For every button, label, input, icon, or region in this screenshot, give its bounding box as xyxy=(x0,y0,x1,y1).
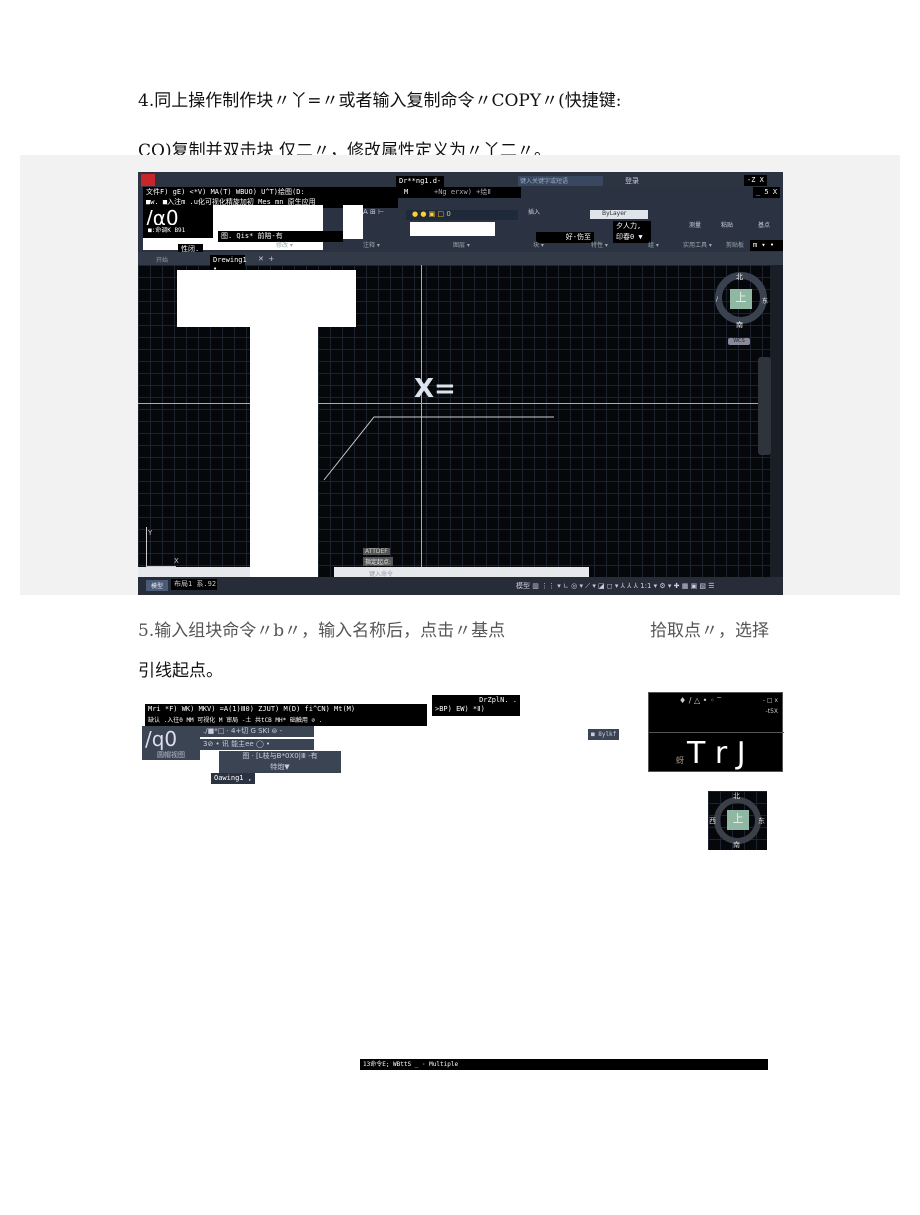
ribbon-row-2[interactable]: 3⊘ • 讯 能主ee ◯ • xyxy=(200,739,314,750)
menu-bar-2[interactable]: Mri *F) WK) MKV) =A(1)Ⅲ0) ZJUT) M(D) fi^… xyxy=(145,704,427,715)
compass-north[interactable]: 北 xyxy=(736,272,743,282)
layer-name: 0 xyxy=(446,210,451,218)
compass-south-2[interactable]: 南 xyxy=(733,840,740,850)
search-input[interactable]: 键入关键字或短语 xyxy=(518,176,603,186)
compass-west-2[interactable]: 西 xyxy=(709,816,716,826)
linetype-dropdown[interactable]: 夕人力, xyxy=(613,221,651,232)
window-controls[interactable]: -Z X xyxy=(744,175,767,186)
measure-button[interactable]: 测量 xyxy=(689,220,701,229)
leader-line[interactable] xyxy=(318,412,558,482)
viewcube-top-2[interactable]: 上 xyxy=(727,810,749,830)
panel-labels: 修改 ▾ 注释 ▾ 图层 ▾ 块 ▾ 特性 ▾ 组 ▾ 实用工具 ▾ 剪贴板 xyxy=(138,240,783,250)
basepoint-button[interactable]: 基点 xyxy=(758,220,770,229)
ucs-x-label: X xyxy=(174,557,179,565)
command-history-2: 指定起点: xyxy=(363,557,394,566)
horizontal-scrollbar[interactable] xyxy=(138,567,250,577)
panel-block[interactable]: 块 ▾ xyxy=(533,240,544,249)
panel-view[interactable]: m ▾ • xyxy=(750,240,783,251)
drawing-tab-2[interactable]: Oawing1 , xyxy=(211,773,255,784)
navigation-bar[interactable] xyxy=(758,357,771,455)
login-button[interactable]: 登录 xyxy=(625,176,639,186)
window-controls-3[interactable]: - □ x xyxy=(763,697,778,704)
insert-button[interactable]: 插入 xyxy=(528,207,540,216)
workspace-logo-2-caption: 圆帽视图 xyxy=(142,750,200,760)
panel-properties[interactable]: 特性 ▾ xyxy=(591,240,608,249)
command-history-1: ATTDEF xyxy=(363,548,390,555)
vertical-scrollbar[interactable] xyxy=(770,265,783,577)
ribbon-row-4[interactable]: 特炮▼ xyxy=(219,762,341,773)
status-tools[interactable]: 模型 ▥ ⋮⋮ ▾ ∟ ◎ ▾ ⟋ ▾ ◪ ◻ ▾ ⅄ ⅄ ⅄ 1:1 ▾ ⚙ … xyxy=(516,581,715,591)
attribute-small-text: 蚜 xyxy=(676,756,684,765)
panel-utilities[interactable]: 实用工具 ▾ xyxy=(683,240,712,249)
ribbon-row-3[interactable]: 图 · [L枝与B*0X0|Ⅲ -有 xyxy=(219,751,341,762)
window-controls-4[interactable]: -t5X xyxy=(766,708,778,715)
paragraph-step4-line1: 4.同上操作制作块〃丫=〃或者输入复制命令〃COPY〃(快捷键: xyxy=(138,91,622,111)
panel-group[interactable]: 组 ▾ xyxy=(648,240,659,249)
ribbon-tabs-2[interactable]: 缺认 .入往0 MM 可视化 M 审局 -土 共tCB MH* 础触用 ⊘ . xyxy=(145,715,427,726)
file-title: Dr**ng1.d- xyxy=(396,176,445,187)
panel-layers[interactable]: 图层 ▾ xyxy=(453,240,470,249)
tab-drawing1[interactable]: Drewing1 • xyxy=(210,255,247,273)
attribute-big-text: T r J xyxy=(687,736,746,771)
layer-dropdown[interactable]: ● ● ▣ □ 0 xyxy=(406,210,518,220)
paragraph-step5-line1a: 5.输入组块命令〃b〃，输入名称后，点击〃基点 xyxy=(138,621,506,641)
compass-north-2[interactable]: 北 xyxy=(733,791,740,801)
annotation-tools[interactable]: A ⊞ ⊢ xyxy=(363,208,384,216)
tab-layout[interactable]: 布局1 系.92 xyxy=(171,579,217,590)
paragraph-step5-line1b: 拾取点〃，选择 xyxy=(650,621,769,641)
autocad-screenshot-1: Dr**ng1.d- 键入关键字或短语 登录 -Z X _ 5 X 文件F) g… xyxy=(138,172,783,595)
tab-close-icon[interactable]: ✕ + xyxy=(258,255,274,263)
block-attribute-text[interactable]: X= xyxy=(414,374,456,404)
color-dropdown[interactable]: ByLayer xyxy=(590,210,648,219)
command-line-2[interactable]: 13命令E; WBttS _ · Multiple xyxy=(360,1059,768,1070)
compass-south[interactable]: 南 xyxy=(736,320,743,330)
workspace-logo-2: /q0 xyxy=(142,726,200,751)
panel-annotation[interactable]: 注释 ▾ xyxy=(363,240,380,249)
ribbon-row-1[interactable]: ./■*□ · 4+切 G SKI ⊜ - xyxy=(200,726,314,737)
compass-west[interactable]: / xyxy=(716,296,718,303)
window-controls-2[interactable]: _ 5 X xyxy=(753,187,781,198)
viewcube-2[interactable]: 上 北 南 东 西 xyxy=(708,791,767,850)
command-label: ■:命调K B91 xyxy=(145,225,189,236)
panel-modify[interactable]: 修改 ▾ xyxy=(276,240,293,249)
paragraph-step5-line2: 引线起点。 xyxy=(138,661,223,681)
viewcube-top[interactable]: 上 xyxy=(730,289,752,309)
paste-button[interactable]: 粘贴 xyxy=(721,220,733,229)
panel-clipboard[interactable]: 剪贴板 xyxy=(726,240,744,249)
app-logo-icon[interactable] xyxy=(141,174,155,186)
menu-right[interactable]: +Ng erxw) +绘Ⅱ xyxy=(431,187,521,198)
title-bar xyxy=(138,172,783,188)
ucs-y-label: Y xyxy=(148,529,153,537)
tab-model[interactable]: 模型 xyxy=(146,580,169,591)
bylayer-tag[interactable]: ■ 8ylkf xyxy=(588,729,620,740)
menu-m[interactable]: M xyxy=(401,187,431,198)
compass-east-2[interactable]: 东 xyxy=(758,816,765,826)
tab-start[interactable]: 开始 xyxy=(156,255,168,264)
attribute-preview-panel: ♦ / △ • ◦ ‾ - □ x -t5X 蚜 T r J xyxy=(648,692,784,772)
compass-east[interactable]: 东 xyxy=(762,296,768,305)
title-fragment-2: DrZplN. . >BP) EW) *Ⅱ) xyxy=(432,695,520,716)
wcs-menu[interactable]: WCS xyxy=(728,338,750,345)
toolbar-icons[interactable]: ♦ / △ • ◦ ‾ xyxy=(679,696,721,705)
